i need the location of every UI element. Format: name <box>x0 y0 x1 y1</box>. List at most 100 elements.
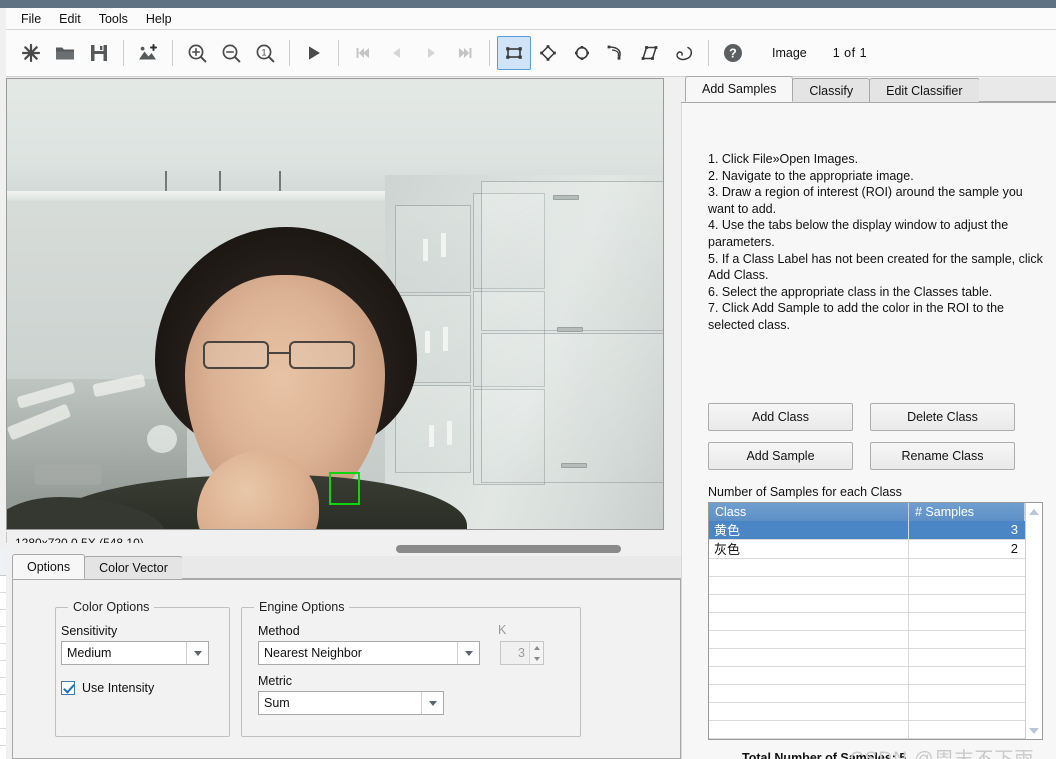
scroll-down-icon[interactable] <box>1026 722 1042 739</box>
instruction-step: 7. Click Add Sample to add the color in … <box>708 301 1004 332</box>
roi-selection-rectangle[interactable] <box>329 472 360 505</box>
zoom-in-button[interactable] <box>180 36 214 70</box>
roi-annulus-button[interactable] <box>599 36 633 70</box>
table-row-empty[interactable] <box>709 576 1025 595</box>
bottom-tabstrip: Options Color Vector <box>12 554 681 580</box>
add-class-button[interactable]: Add Class <box>708 403 853 431</box>
next-image-button[interactable] <box>414 36 448 70</box>
table-row-empty[interactable] <box>709 648 1025 667</box>
use-intensity-label: Use Intensity <box>82 681 155 695</box>
webcam-photo <box>7 79 663 529</box>
table-row-empty[interactable] <box>709 558 1025 577</box>
table-row-empty[interactable] <box>709 630 1025 649</box>
table-row[interactable]: 黄色 3 <box>709 520 1025 540</box>
chevron-down-icon <box>186 642 208 664</box>
metric-label: Metric <box>258 674 293 688</box>
class-table-caption: Number of Samples for each Class <box>708 485 902 499</box>
instruction-step: 4. Use the tabs below the display window… <box>708 218 1009 249</box>
new-button[interactable] <box>14 36 48 70</box>
image-horizontal-scrollbar[interactable] <box>6 543 664 555</box>
roi-freehand-button[interactable] <box>667 36 701 70</box>
tab-add-samples[interactable]: Add Samples <box>685 76 794 102</box>
method-select[interactable]: Nearest Neighbor <box>258 641 480 665</box>
image-counter: 1 of 1 <box>832 46 868 60</box>
use-intensity-checkbox[interactable] <box>61 681 75 695</box>
k-stepper-buttons[interactable] <box>529 642 543 664</box>
tab-edit-classifier[interactable]: Edit Classifier <box>869 78 980 102</box>
last-image-icon <box>459 48 472 58</box>
previous-image-icon <box>393 48 400 58</box>
add-sample-button[interactable]: Add Sample <box>708 442 853 470</box>
right-tabstrip-filler <box>978 78 1056 102</box>
metric-select[interactable]: Sum <box>258 691 444 715</box>
roi-rotated-rectangle-button[interactable] <box>531 36 565 70</box>
tab-options[interactable]: Options <box>12 554 86 579</box>
bottom-tabstrip-filler <box>181 556 681 579</box>
toolbar-separator <box>172 40 173 66</box>
instruction-step: 2. Navigate to the appropriate image. <box>708 168 914 183</box>
tab-color-vector[interactable]: Color Vector <box>84 556 183 579</box>
zoom-actual-button[interactable]: 1 <box>248 36 282 70</box>
previous-image-button[interactable] <box>380 36 414 70</box>
table-row-empty[interactable] <box>709 684 1025 703</box>
table-row[interactable]: 灰色 2 <box>709 539 1025 559</box>
zoom-out-icon <box>222 44 241 63</box>
help-icon: ? <box>724 44 742 62</box>
table-row-empty[interactable] <box>709 720 1025 739</box>
add-image-button[interactable] <box>131 36 165 70</box>
k-increment-button[interactable] <box>530 642 543 653</box>
roi-oval-button[interactable] <box>565 36 599 70</box>
instruction-step: 5. If a Class Label has not been created… <box>708 251 1043 283</box>
use-intensity-checkbox-row[interactable]: Use Intensity <box>61 681 154 695</box>
method-label: Method <box>258 624 300 638</box>
menu-tools[interactable]: Tools <box>90 9 137 29</box>
menu-help[interactable]: Help <box>137 9 181 29</box>
svg-text:?: ? <box>729 46 737 60</box>
roi-parallelogram-button[interactable] <box>633 36 667 70</box>
class-name-cell: 黄色 <box>709 520 909 539</box>
class-table-header: Class # Samples <box>709 503 1025 521</box>
main-window: File Edit Tools Help 1 ? Image 1 of 1 Op… <box>6 8 1056 759</box>
menu-file[interactable]: File <box>12 9 50 29</box>
help-button[interactable]: ? <box>716 36 750 70</box>
engine-options-title: Engine Options <box>254 600 350 614</box>
tab-classify[interactable]: Classify <box>792 78 871 102</box>
roi-oval-icon <box>575 46 589 60</box>
last-image-button[interactable] <box>448 36 482 70</box>
run-button[interactable] <box>297 36 331 70</box>
first-image-button[interactable] <box>346 36 380 70</box>
class-table-scrollbar[interactable] <box>1025 503 1042 739</box>
column-header-samples: # Samples <box>909 503 1025 521</box>
menu-edit[interactable]: Edit <box>50 9 90 29</box>
method-value: Nearest Neighbor <box>264 646 362 660</box>
sample-count-cell: 2 <box>1010 541 1018 557</box>
open-button[interactable] <box>48 36 82 70</box>
k-stepper[interactable]: 3 <box>500 641 544 665</box>
table-row-empty[interactable] <box>709 702 1025 721</box>
class-table[interactable]: Class # Samples 黄色 3 灰色 2 <box>708 502 1043 740</box>
delete-class-button[interactable]: Delete Class <box>870 403 1015 431</box>
toolbar-separator <box>338 40 339 66</box>
rename-class-button[interactable]: Rename Class <box>870 442 1015 470</box>
scroll-up-icon[interactable] <box>1026 503 1042 520</box>
sensitivity-select[interactable]: Medium <box>61 641 209 665</box>
k-decrement-button[interactable] <box>530 653 543 664</box>
save-button[interactable] <box>82 36 116 70</box>
menu-bar: File Edit Tools Help <box>6 8 1056 30</box>
zoom-in-icon <box>188 44 207 63</box>
next-image-icon <box>428 48 435 58</box>
play-icon <box>309 46 320 60</box>
new-icon <box>21 43 41 63</box>
table-row-empty[interactable] <box>709 666 1025 685</box>
table-row-empty[interactable] <box>709 612 1025 631</box>
metric-value: Sum <box>264 696 290 710</box>
right-tabstrip: Add Samples Classify Edit Classifier <box>681 76 1056 103</box>
column-header-class: Class <box>709 503 909 521</box>
image-display[interactable] <box>6 78 664 530</box>
roi-freehand-icon <box>676 46 693 61</box>
zoom-out-button[interactable] <box>214 36 248 70</box>
image-horizontal-scrollbar-thumb[interactable] <box>396 545 621 553</box>
roi-rectangle-button[interactable] <box>497 36 531 70</box>
k-value: 3 <box>518 646 525 660</box>
table-row-empty[interactable] <box>709 594 1025 613</box>
